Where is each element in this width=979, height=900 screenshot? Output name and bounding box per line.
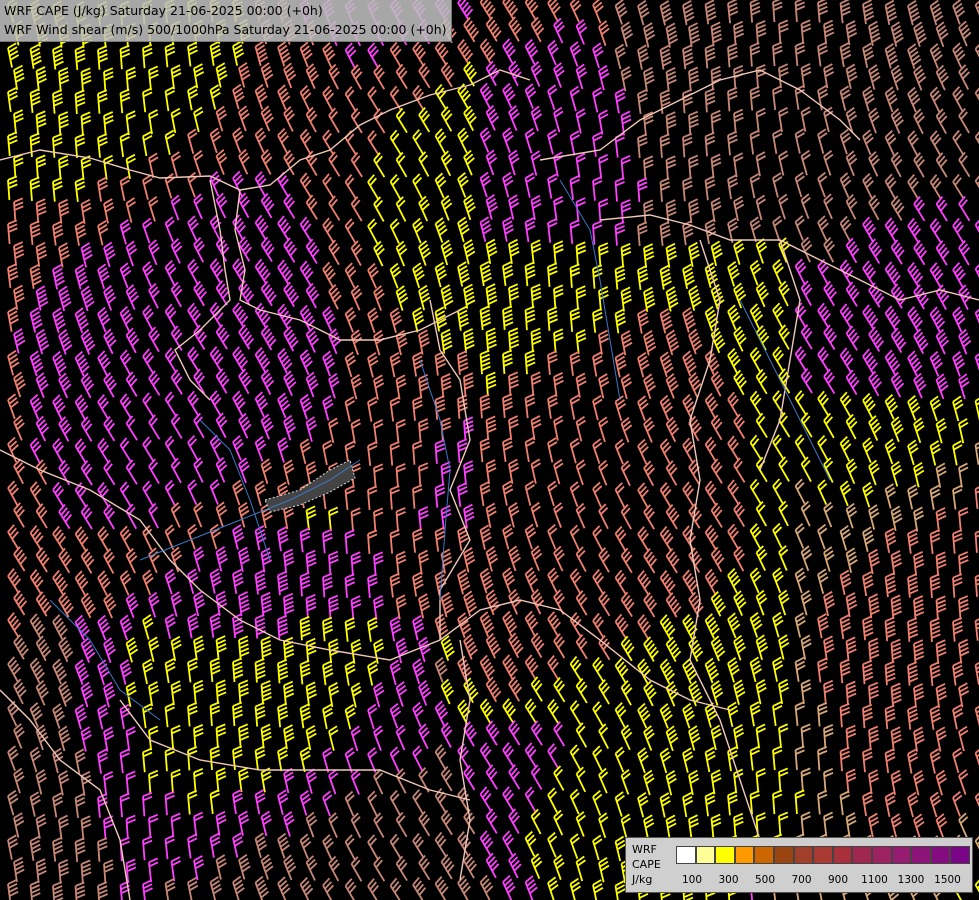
legend-swatch [871,846,892,864]
legend-variable-label: CAPE [632,858,661,871]
legend-tick: 700 [791,874,812,886]
cape-legend: WRF CAPE J/kg 100 300 500 700 900 1100 1300 150… [625,837,973,893]
wind-shear-barb-map [0,0,979,900]
header-title-wind-shear: WRF Wind shear (m/s) 500/1000hPa Saturda… [4,22,447,37]
legend-tick-labels: 100 300 500 700 900 1100 1300 1500 [676,874,970,888]
legend-tick: 900 [827,874,849,886]
legend-swatch [891,846,912,864]
legend-swatch [950,846,970,864]
header-title-cape: WRF CAPE (J/kg) Saturday 21-06-2025 00:0… [4,3,323,18]
legend-swatch [676,846,696,864]
legend-swatch [911,846,931,864]
map-header: WRF CAPE (J/kg) Saturday 21-06-2025 00:0… [0,0,452,42]
legend-tick: 1100 [861,874,888,886]
legend-tick: 1500 [934,874,961,886]
legend-swatch [813,846,833,864]
legend-tick: 300 [718,874,739,886]
legend-swatch [754,846,774,864]
legend-tick: 100 [681,874,703,886]
legend-swatch [852,846,872,864]
legend-color-scale [676,846,970,864]
legend-swatch [695,846,716,864]
legend-swatch [773,846,794,864]
legend-swatch [734,846,755,864]
legend-tick: 1300 [897,874,925,886]
legend-swatch [715,846,735,864]
legend-swatch [832,846,853,864]
legend-model-label: WRF [632,843,657,856]
legend-swatch [930,846,951,864]
legend-swatch [793,846,814,864]
legend-tick: 500 [754,874,776,886]
legend-unit-label: J/kg [632,873,653,886]
